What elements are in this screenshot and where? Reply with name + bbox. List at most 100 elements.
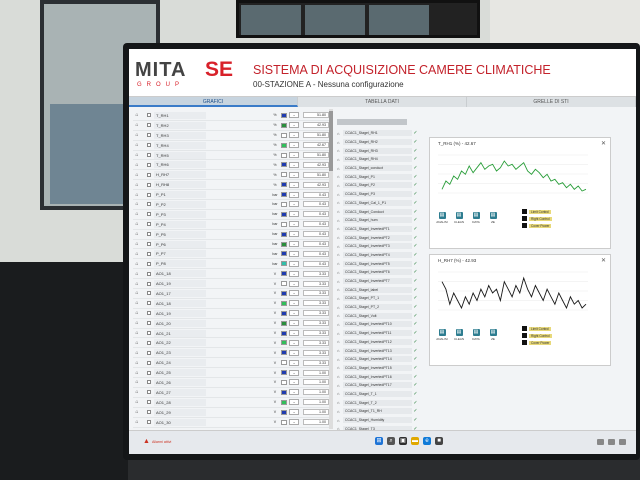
row-checkbox[interactable]	[147, 380, 151, 385]
tab-grafici[interactable]: GRAFICI	[129, 97, 298, 107]
legend-item[interactable]: Right Control	[522, 332, 606, 339]
color-swatch[interactable]	[281, 261, 287, 267]
list-item[interactable]: ⌂ CCAC1_Stagel_Humidity ✓	[337, 416, 419, 425]
bell-icon[interactable]: ⌂	[133, 122, 141, 128]
color-swatch[interactable]	[281, 172, 287, 178]
axis-select[interactable]: ⌄	[289, 419, 299, 426]
list-item[interactable]: ⌂ CCAC1_Stagel_hum ✓	[337, 216, 419, 225]
axis-select[interactable]: ⌄	[289, 250, 299, 257]
bell-icon[interactable]: ⌂	[133, 370, 141, 376]
axis-select[interactable]: ⌄	[289, 112, 299, 119]
folder-icon[interactable]: ▬	[411, 437, 419, 445]
table-row[interactable]: ⌂ T_RH2% ⌄ 42.93	[133, 121, 329, 131]
windows-start-icon[interactable]: ⊞	[375, 437, 383, 445]
list-item[interactable]: ⌂ CCAC1_Stagel_InvertedPT12 ✓	[337, 338, 419, 347]
table-row[interactable]: ⌂ P_P2 bar ⌄ 0.43	[133, 200, 329, 210]
bell-icon[interactable]: ⌂	[133, 182, 141, 188]
table-row[interactable]: ⌂ AO1_25 V ⌄ 1.00	[133, 368, 329, 379]
check-icon[interactable]: ✓	[412, 391, 419, 397]
axis-select[interactable]: ⌄	[289, 290, 299, 297]
table-row[interactable]: ⌂ AO1_24 V ⌄ 3.33	[133, 358, 329, 369]
list-item[interactable]: ⌂ CCAC1_Stagel_InvertedPT2 ✓	[337, 233, 419, 242]
row-checkbox[interactable]	[147, 271, 151, 276]
row-checkbox[interactable]	[147, 350, 151, 355]
color-swatch[interactable]	[281, 330, 287, 336]
axis-select[interactable]: ⌄	[289, 241, 299, 248]
table-row[interactable]: ⌂ P_P8 bar ⌄ 0.43	[133, 259, 329, 270]
table-row[interactable]: ⌂ P_P1 bar ⌄ 0.43	[133, 190, 329, 201]
bell-icon[interactable]: ⌂	[133, 142, 141, 148]
check-icon[interactable]: ✓	[412, 252, 419, 258]
axis-select[interactable]: ⌄	[289, 270, 299, 277]
toolbar-button[interactable]: ▤ CLEAN	[453, 212, 465, 230]
color-swatch[interactable]	[281, 112, 287, 118]
list-item[interactable]: ⌂ CCAC1_Stagel_InvertedPT13 ✓	[337, 346, 419, 355]
legend-item[interactable]: Cover Power	[522, 339, 606, 346]
color-swatch[interactable]	[281, 290, 287, 296]
table-row[interactable]: ⌂ AO1_20 V ⌄ 3.33	[133, 319, 329, 329]
list-item[interactable]: ⌂ CCAC1_Stagel_Cal_1_P1 ✓	[337, 199, 419, 208]
color-swatch[interactable]	[281, 162, 287, 168]
list-item[interactable]: ⌂ CCAC1_Stagel_Conduct ✓	[337, 207, 419, 216]
bell-icon[interactable]: ⌂	[133, 201, 141, 207]
row-checkbox[interactable]	[147, 370, 151, 375]
color-swatch[interactable]	[281, 221, 287, 227]
table-row[interactable]: ⌂ AO1_19 V ⌄ 3.33	[133, 309, 329, 319]
row-checkbox[interactable]	[147, 212, 151, 217]
list-item[interactable]: ⌂ CCAC1_Stagel_InvertedPT5 ✓	[337, 259, 419, 268]
check-icon[interactable]: ✓	[412, 339, 419, 345]
list-item[interactable]: ⌂ CCAC1_Stagel_PT_2 ✓	[337, 303, 419, 312]
color-swatch[interactable]	[281, 122, 287, 128]
axis-select[interactable]: ⌄	[289, 181, 299, 188]
bell-icon[interactable]: ⌂	[133, 241, 141, 247]
close-icon[interactable]: ✕	[601, 140, 606, 147]
table-row[interactable]: ⌂ AO1_30 V ⌄ 1.00	[133, 418, 329, 428]
list-item[interactable]: ⌂ CCAC1_Stagel_PT_1 ✓	[337, 294, 419, 303]
tab-grelle[interactable]: GRELLE DI STI	[467, 97, 636, 107]
row-checkbox[interactable]	[147, 232, 151, 237]
close-icon[interactable]: ✕	[601, 257, 606, 264]
axis-select[interactable]: ⌄	[289, 122, 299, 129]
check-icon[interactable]: ✓	[412, 217, 419, 223]
toolbar-button[interactable]: ▤ CLEAN	[453, 329, 465, 347]
check-icon[interactable]: ✓	[412, 200, 419, 206]
axis-select[interactable]: ⌄	[289, 389, 299, 396]
check-icon[interactable]: ✓	[412, 243, 419, 249]
row-checkbox[interactable]	[147, 331, 151, 336]
check-icon[interactable]: ✓	[412, 374, 419, 380]
color-swatch[interactable]	[281, 389, 287, 395]
list-item[interactable]: ⌂ CCAC1_Stagel_InvertedPT4 ✓	[337, 251, 419, 260]
bell-icon[interactable]: ⌂	[133, 261, 141, 267]
toolbar-button[interactable]: ▤ DATA	[470, 329, 482, 347]
check-icon[interactable]: ✓	[412, 295, 419, 301]
table-row[interactable]: ⌂ T_RH4% ⌄ 42.67	[133, 141, 329, 151]
list-item[interactable]: ⌂ CCAC1_Stagel_label ✓	[337, 285, 419, 294]
table-row[interactable]: ⌂ AO1_29 V ⌄ 1.00	[133, 408, 329, 418]
bell-icon[interactable]: ⌂	[133, 320, 141, 326]
table-row[interactable]: ⌂ P_P5 bar ⌄ 0.43	[133, 230, 329, 240]
color-swatch[interactable]	[281, 281, 287, 287]
table-row[interactable]: ⌂ P_P4 bar ⌄ 0.43	[133, 220, 329, 230]
color-swatch[interactable]	[281, 152, 287, 158]
table-row[interactable]: ⌂ T_RH6% ⌄ 42.93	[133, 160, 329, 171]
tab-tabella-dati[interactable]: TABELLA DATI	[298, 97, 467, 107]
table-row[interactable]: ⌂ P_P7 bar ⌄ 0.43	[133, 249, 329, 260]
axis-select[interactable]: ⌄	[289, 330, 299, 337]
list-item[interactable]: ⌂ CCAC1_Stagel_RH2 ✓	[337, 138, 419, 147]
bell-icon[interactable]: ⌂	[133, 132, 141, 138]
axis-select[interactable]: ⌄	[289, 280, 299, 287]
list-item[interactable]: ⌂ CCAC1_Stagel_RH1 ✓	[337, 129, 419, 138]
table-row[interactable]: ⌂ AO1_27 V ⌄ 1.00	[133, 388, 329, 398]
list-item[interactable]: ⌂ CCAC1_Stagel_InvertedPT16 ✓	[337, 372, 419, 381]
list-item[interactable]: ⌂ CCAC1_Stagel_T_2 ✓	[337, 398, 419, 407]
check-icon[interactable]: ✓	[412, 287, 419, 293]
bell-icon[interactable]: ⌂	[133, 360, 141, 366]
alarm-indicator[interactable]: ▲ Allarmi attivi	[143, 438, 183, 445]
row-checkbox[interactable]	[147, 242, 151, 247]
axis-select[interactable]: ⌄	[289, 300, 299, 307]
list-item[interactable]: ⌂ CCAC1_Stagel_InvertedPT11 ✓	[337, 329, 419, 338]
axis-select[interactable]: ⌄	[289, 409, 299, 416]
bell-icon[interactable]: ⌂	[133, 350, 141, 356]
bell-icon[interactable]: ⌂	[133, 399, 141, 405]
color-swatch[interactable]	[281, 231, 287, 237]
